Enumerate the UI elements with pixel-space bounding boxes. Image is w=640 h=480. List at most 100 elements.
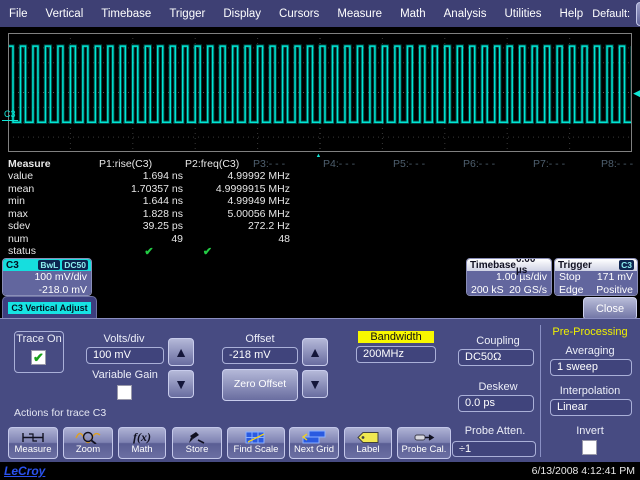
math-action-button[interactable]: f(x) Math	[118, 427, 166, 459]
measure-p8-header[interactable]: P8:- - -	[601, 158, 633, 170]
row-label: max	[8, 208, 28, 220]
measure-p3-header[interactable]: P3:- - -	[253, 158, 285, 170]
measure-action-button[interactable]: Measure	[8, 427, 58, 459]
menu-utilities[interactable]: Utilities	[495, 8, 550, 20]
measure-p7-header[interactable]: P7:- - -	[533, 158, 565, 170]
bandwidth-label: Bandwidth	[358, 331, 434, 343]
volts-div-down-button[interactable]: ▼	[168, 370, 194, 398]
timebase-descriptor-header: Timebase 0.00 µs	[467, 259, 551, 271]
button-label: Zoom	[76, 445, 100, 455]
tab-c3-vertical-adjust[interactable]: C3 Vertical Adjust	[2, 296, 97, 318]
measure-p5-header[interactable]: P5:- - -	[393, 158, 425, 170]
time-per-div: 1.00 µs/div	[471, 271, 547, 284]
probe-cal-icon	[411, 431, 437, 444]
trigger-slope: Positive	[596, 284, 633, 296]
menu-display[interactable]: Display	[214, 8, 270, 20]
bandwidth-field[interactable]: 200MHz	[356, 346, 436, 363]
offset-field[interactable]: -218 mV	[222, 347, 298, 364]
p1-min: 1.644 ns	[95, 195, 183, 207]
menu-trigger[interactable]: Trigger	[160, 8, 214, 20]
label-action-button[interactable]: Label	[344, 427, 392, 459]
menu-measure[interactable]: Measure	[328, 8, 391, 20]
measure-p2-header[interactable]: P2:freq(C3)	[185, 158, 239, 170]
waveform-plot	[8, 33, 632, 152]
row-label: min	[8, 195, 25, 207]
coupling-label: Coupling	[462, 335, 534, 347]
menu-math[interactable]: Math	[391, 8, 435, 20]
invert-checkbox[interactable]	[582, 440, 597, 455]
row-label: sdev	[8, 220, 30, 232]
bwl-badge: BwL	[38, 260, 60, 270]
timebase-name: Timebase	[470, 260, 516, 271]
trigger-descriptor[interactable]: Trigger C3 Stop 171 mV Edge Positive	[554, 258, 638, 296]
volts-div-up-button[interactable]: ▲	[168, 338, 194, 366]
measure-p4-header[interactable]: P4:- - -	[323, 158, 355, 170]
c3-offset-value: -218.0 mV	[7, 284, 87, 296]
coupling-field[interactable]: DC50Ω	[458, 349, 534, 366]
p2-num: 48	[183, 233, 290, 245]
datetime-stamp: 6/13/2008 4:12:41 PM	[532, 465, 640, 477]
down-arrow-icon: ▼	[174, 376, 188, 392]
row-label: mean	[8, 183, 34, 195]
channel-c3-descriptor[interactable]: C3 BwL DC50 100 mV/div -218.0 mV	[2, 258, 92, 296]
trigger-mode: Stop	[559, 271, 581, 284]
button-label: Math	[131, 445, 152, 455]
find-scale-action-button[interactable]: Find Scale	[227, 427, 285, 459]
invert-label: Invert	[558, 425, 622, 437]
up-arrow-icon: ▲	[174, 344, 188, 360]
probe-atten-field[interactable]: ÷1	[452, 441, 536, 457]
variable-gain-label: Variable Gain	[86, 369, 164, 381]
probe-cal-action-button[interactable]: Probe Cal.	[397, 427, 451, 459]
measure-p6-header[interactable]: P6:- - -	[463, 158, 495, 170]
interpolation-label: Interpolation	[548, 385, 632, 397]
p2-sdev: 272.2 Hz	[183, 220, 290, 232]
trigger-name: Trigger	[558, 260, 592, 271]
menu-cursors[interactable]: Cursors	[270, 8, 328, 20]
offset-up-button[interactable]: ▲	[302, 338, 328, 366]
c3-descriptor-body: 100 mV/div -218.0 mV	[3, 271, 91, 296]
actions-for-trace-label: Actions for trace C3	[14, 407, 106, 419]
zoom-icon	[74, 431, 102, 444]
menu-timebase[interactable]: Timebase	[92, 8, 160, 20]
up-arrow-icon: ▲	[308, 344, 322, 360]
trace-on-checkbox[interactable]: ✔	[31, 350, 46, 365]
averaging-field[interactable]: 1 sweep	[550, 359, 632, 376]
variable-gain-checkbox[interactable]	[117, 385, 132, 400]
dc50-badge: DC50	[62, 260, 88, 270]
store-icon	[186, 431, 208, 444]
measure-row-max: max 1.828 ns 5.00056 MHz	[0, 208, 640, 220]
p2-min: 4.99949 MHz	[183, 195, 290, 207]
deskew-field[interactable]: 0.0 ps	[458, 395, 534, 412]
menu-file[interactable]: File	[0, 8, 37, 20]
c3-descriptor-header: C3 BwL DC50	[3, 259, 91, 271]
trigger-level-marker[interactable]: ◀	[633, 88, 640, 99]
row-label: num	[8, 233, 28, 245]
offset-down-button[interactable]: ▼	[302, 370, 328, 398]
channel-c3-trace-label[interactable]: C3	[2, 109, 18, 121]
timebase-descriptor[interactable]: Timebase 0.00 µs 1.00 µs/div 200 kS 20 G…	[466, 258, 552, 296]
menu-vertical[interactable]: Vertical	[37, 8, 93, 20]
button-label: Label	[356, 445, 379, 455]
button-label: Next Grid	[294, 445, 334, 455]
p2-max: 5.00056 MHz	[183, 208, 290, 220]
interpolation-field[interactable]: Linear	[550, 399, 632, 416]
undo-button[interactable]: Undo ↶	[636, 2, 640, 26]
store-action-button[interactable]: Store	[172, 427, 222, 459]
label-tag-icon	[355, 431, 381, 444]
section-divider	[540, 325, 541, 457]
button-label: Probe Cal.	[402, 445, 447, 455]
next-grid-action-button[interactable]: Next Grid	[289, 427, 339, 459]
close-button[interactable]: Close	[583, 297, 637, 320]
p1-max: 1.828 ns	[95, 208, 183, 220]
p1-mean: 1.70357 ns	[95, 183, 183, 195]
menu-help[interactable]: Help	[551, 8, 593, 20]
measure-p1-header[interactable]: P1:rise(C3)	[99, 158, 152, 170]
vertical-adjust-dialog: C3 Vertical Adjust Close Trace On ✔ Volt…	[0, 296, 640, 462]
row-label: status	[8, 245, 36, 257]
averaging-label: Averaging	[552, 345, 628, 357]
zoom-action-button[interactable]: Zoom	[63, 427, 113, 459]
menu-analysis[interactable]: Analysis	[435, 8, 496, 20]
volts-div-field[interactable]: 100 mV	[86, 347, 164, 364]
zero-offset-button[interactable]: Zero Offset	[222, 369, 298, 401]
p1-num: 49	[95, 233, 183, 245]
